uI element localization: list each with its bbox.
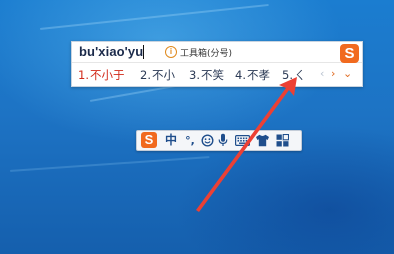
red-annotation-arrow-icon [196,77,297,212]
